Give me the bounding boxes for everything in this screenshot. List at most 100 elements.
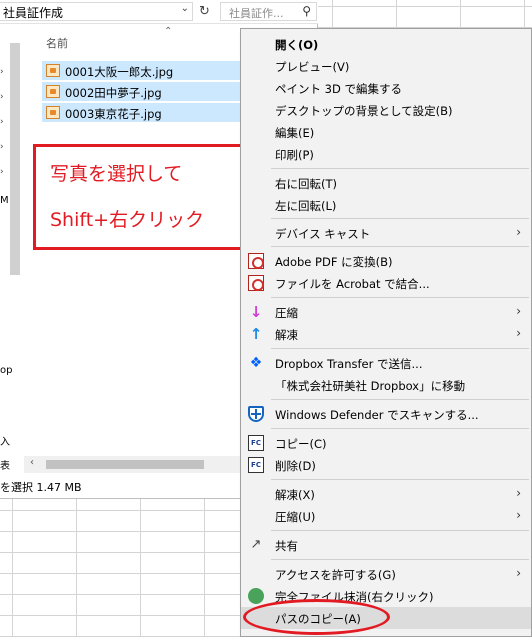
menu-item-label: 削除(D) (275, 459, 316, 473)
chevron-left-icon[interactable]: ‹ (30, 457, 34, 468)
expand-arrow-icon[interactable]: › (0, 67, 8, 77)
menu-item-label: コピー(C) (275, 437, 327, 451)
menu-item-label: 「株式会社研美社 Dropbox」に移動 (275, 379, 466, 393)
fc-copy-icon: FC (248, 435, 264, 451)
expand-arrow-icon[interactable]: › (0, 92, 8, 102)
menu-item-label: デバイス キャスト (275, 227, 371, 241)
menu-item-print[interactable]: 印刷(P) (241, 143, 531, 165)
menu-item-dropbox-transfer[interactable]: ❖ Dropbox Transfer で送信... (241, 352, 531, 374)
menu-separator (271, 559, 529, 560)
menu-item-set-background[interactable]: デスクトップの背景として設定(B) (241, 99, 531, 121)
acrobat-icon (248, 275, 264, 291)
refresh-icon[interactable]: ↻ (196, 2, 213, 21)
menu-item-extract-x[interactable]: 解凍(X) › (241, 483, 531, 505)
pdf-icon (248, 253, 264, 269)
nav-item-fragment[interactable]: M (0, 195, 9, 206)
menu-item-compress-u[interactable]: 圧縮(U) › (241, 505, 531, 527)
share-icon: ↗ (250, 537, 262, 552)
menu-item-fc-copy[interactable]: FC コピー(C) (241, 432, 531, 454)
file-name: 0003東京花子.jpg (65, 107, 162, 121)
menu-item-label: 圧縮(U) (275, 510, 316, 524)
nav-scrollbar[interactable] (10, 43, 20, 275)
menu-separator (271, 348, 529, 349)
context-menu: 開く(O) プレビュー(V) ペイント 3D で編集する デスクトップの背景とし… (240, 28, 532, 637)
nav-item-fragment[interactable]: 入 (0, 433, 10, 448)
callout-line-2: Shift+右クリック (50, 209, 205, 231)
menu-separator (271, 246, 529, 247)
menu-separator (271, 297, 529, 298)
address-field[interactable]: 社員証作成 ⌄ (0, 2, 193, 21)
search-input[interactable]: 社員証作... ⚲ (220, 2, 317, 21)
menu-item-extract[interactable]: ↑ 解凍 › (241, 323, 531, 345)
dropbox-icon: ❖ (249, 355, 263, 371)
menu-item-defender-scan[interactable]: Windows Defender でスキャンする... (241, 403, 531, 425)
submenu-arrow-icon: › (516, 486, 521, 500)
menu-item-rotate-left[interactable]: 左に回転(L) (241, 194, 531, 216)
instruction-callout: 写真を選択して Shift+右クリック (33, 144, 252, 250)
menu-item-give-access[interactable]: アクセスを許可する(G) › (241, 563, 531, 585)
menu-item-label: 共有 (275, 539, 298, 553)
menu-item-move-to-dropbox[interactable]: 「株式会社研美社 Dropbox」に移動 (241, 374, 531, 396)
menu-separator (271, 530, 529, 531)
menu-separator (271, 218, 529, 219)
shredder-icon (248, 588, 264, 604)
selection-status: を選択 1.47 MB (0, 481, 82, 494)
file-row[interactable]: 0002田中夢子.jpg (42, 82, 242, 101)
extract-arrow-icon: ↑ (249, 325, 263, 343)
scroll-thumb[interactable] (46, 460, 204, 469)
menu-item-open[interactable]: 開く(O) (241, 33, 531, 55)
submenu-arrow-icon: › (516, 508, 521, 522)
search-placeholder: 社員証作... (229, 7, 284, 20)
file-name: 0002田中夢子.jpg (65, 86, 162, 100)
nav-item-fragment[interactable]: 表 (0, 457, 10, 472)
menu-separator (271, 428, 529, 429)
highlight-ellipse (243, 599, 390, 635)
menu-item-edit[interactable]: 編集(E) (241, 121, 531, 143)
menu-item-label: ファイルを Acrobat で結合... (275, 277, 430, 291)
menu-item-label: Adobe PDF に変換(B) (275, 255, 393, 269)
jpg-file-icon (46, 64, 60, 77)
menu-item-label: プレビュー(V) (275, 60, 350, 74)
jpg-file-icon (46, 106, 60, 119)
menu-item-compress[interactable]: ↓ 圧縮 › (241, 301, 531, 323)
defender-icon (248, 406, 264, 422)
menu-item-rotate-right[interactable]: 右に回転(T) (241, 172, 531, 194)
menu-item-cast-to-device[interactable]: デバイス キャスト › (241, 222, 531, 244)
address-path: 社員証作成 (3, 6, 64, 20)
menu-item-label: 解凍(X) (275, 488, 315, 502)
sort-caret-icon: ⌃ (164, 26, 173, 37)
menu-item-fc-delete[interactable]: FC 削除(D) (241, 454, 531, 476)
address-bar: 社員証作成 ⌄ ↻ 社員証作... ⚲ (0, 0, 318, 24)
submenu-arrow-icon: › (516, 304, 521, 318)
file-row[interactable]: 0001大阪一郎太.jpg (42, 61, 242, 80)
callout-line-1: 写真を選択して (50, 163, 183, 185)
menu-item-label: 開く(O) (275, 38, 319, 52)
submenu-arrow-icon: › (516, 225, 521, 239)
menu-item-label: 編集(E) (275, 126, 315, 140)
navigation-pane: › › › › › M op 入 表 (0, 25, 22, 473)
column-header-name[interactable]: 名前 (46, 35, 68, 51)
menu-item-preview[interactable]: プレビュー(V) (241, 55, 531, 77)
menu-item-label: 圧縮 (275, 306, 298, 320)
menu-item-label: アクセスを許可する(G) (275, 568, 396, 582)
menu-item-adobe-pdf[interactable]: Adobe PDF に変換(B) (241, 250, 531, 272)
menu-item-acrobat-combine[interactable]: ファイルを Acrobat で結合... (241, 272, 531, 294)
menu-item-label: Windows Defender でスキャンする... (275, 408, 479, 422)
menu-item-label: 印刷(P) (275, 148, 314, 162)
submenu-arrow-icon: › (516, 566, 521, 580)
search-icon[interactable]: ⚲ (302, 4, 311, 18)
file-name: 0001大阪一郎太.jpg (65, 65, 174, 79)
menu-item-label: 解凍 (275, 328, 298, 342)
menu-item-paint3d[interactable]: ペイント 3D で編集する (241, 77, 531, 99)
menu-item-label: Dropbox Transfer で送信... (275, 357, 423, 371)
chevron-down-icon[interactable]: ⌄ (181, 3, 189, 14)
menu-separator (271, 168, 529, 169)
file-row[interactable]: 0003東京花子.jpg (42, 103, 242, 122)
expand-arrow-icon[interactable]: › (0, 142, 8, 152)
expand-arrow-icon[interactable]: › (0, 167, 8, 177)
expand-arrow-icon[interactable]: › (0, 117, 8, 127)
menu-item-label: 左に回転(L) (275, 199, 337, 213)
nav-item-fragment[interactable]: op (0, 365, 12, 376)
jpg-file-icon (46, 85, 60, 98)
menu-item-share[interactable]: ↗ 共有 (241, 534, 531, 556)
